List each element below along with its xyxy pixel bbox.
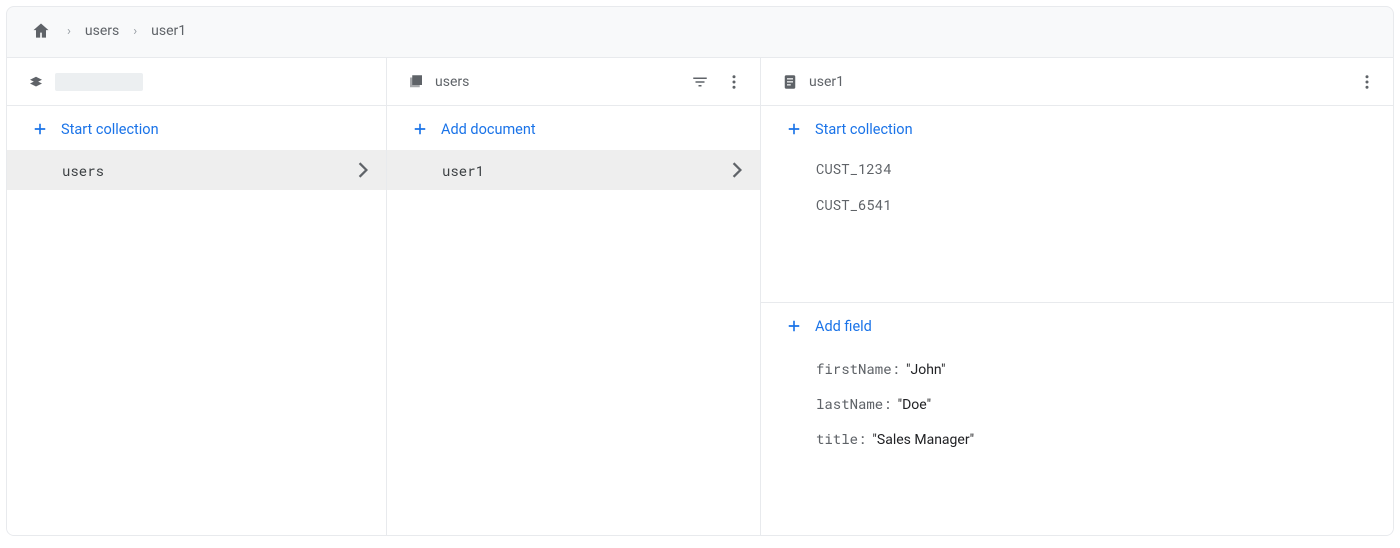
start-collection-label: Start collection [61,121,159,138]
field-row[interactable]: firstName: "John" [761,351,1393,386]
field-value: "Doe" [898,397,931,413]
document-row-label: user1 [442,161,484,180]
add-field-button[interactable]: Add field [761,303,1393,347]
chevron-right-icon [358,162,368,178]
subcollection-row[interactable]: CUST_1234 [761,150,1393,186]
chevron-right-icon [732,162,742,178]
collection-row-label: users [62,161,104,180]
add-field-label: Add field [815,318,872,335]
breadcrumb-item-collection[interactable]: users [85,23,119,39]
collection-header: users [387,58,760,106]
subcollection-label: CUST_1234 [816,159,892,178]
subcollection-label: CUST_6541 [816,195,892,214]
add-document-button[interactable]: Add document [387,106,760,150]
field-key: firstName: [816,359,900,378]
collection-icon [407,73,425,91]
field-row[interactable]: title: "Sales Manager" [761,421,1393,456]
more-vert-icon[interactable] [1355,70,1379,94]
field-value: "John" [906,362,945,378]
database-root-icon [27,73,45,91]
collection-column: users Add document user1 [387,58,761,535]
field-row[interactable]: lastName: "Doe" [761,386,1393,421]
document-header: user1 [761,58,1393,106]
chevron-right-icon: › [67,24,71,39]
start-collection-button[interactable]: Start collection [7,106,386,150]
add-document-label: Add document [441,121,536,138]
field-key: lastName: [816,394,892,413]
field-value: "Sales Manager" [872,432,974,448]
collection-title: users [435,74,469,90]
root-header [7,58,386,106]
start-subcollection-button[interactable]: Start collection [761,106,1393,150]
field-key: title: [816,429,866,448]
filter-list-icon[interactable] [688,70,712,94]
home-icon[interactable] [29,19,53,43]
collection-row[interactable]: users [7,150,386,190]
root-column: Start collection users [7,58,387,535]
fields-list: firstName: "John" lastName: "Doe" title:… [761,347,1393,456]
firestore-panel: › users › user1 Start collection users [6,6,1394,536]
document-column: user1 Start collection CUST_1234 CUST_65… [761,58,1393,535]
document-row[interactable]: user1 [387,150,760,190]
document-title: user1 [809,74,844,90]
subcollection-row[interactable]: CUST_6541 [761,186,1393,222]
project-id-redacted [55,73,143,91]
more-vert-icon[interactable] [722,70,746,94]
start-subcollection-label: Start collection [815,121,913,138]
chevron-right-icon: › [133,24,137,39]
breadcrumb-item-document[interactable]: user1 [151,23,186,39]
breadcrumb: › users › user1 [7,7,1393,57]
document-icon [781,73,799,91]
columns: Start collection users users [7,57,1393,535]
